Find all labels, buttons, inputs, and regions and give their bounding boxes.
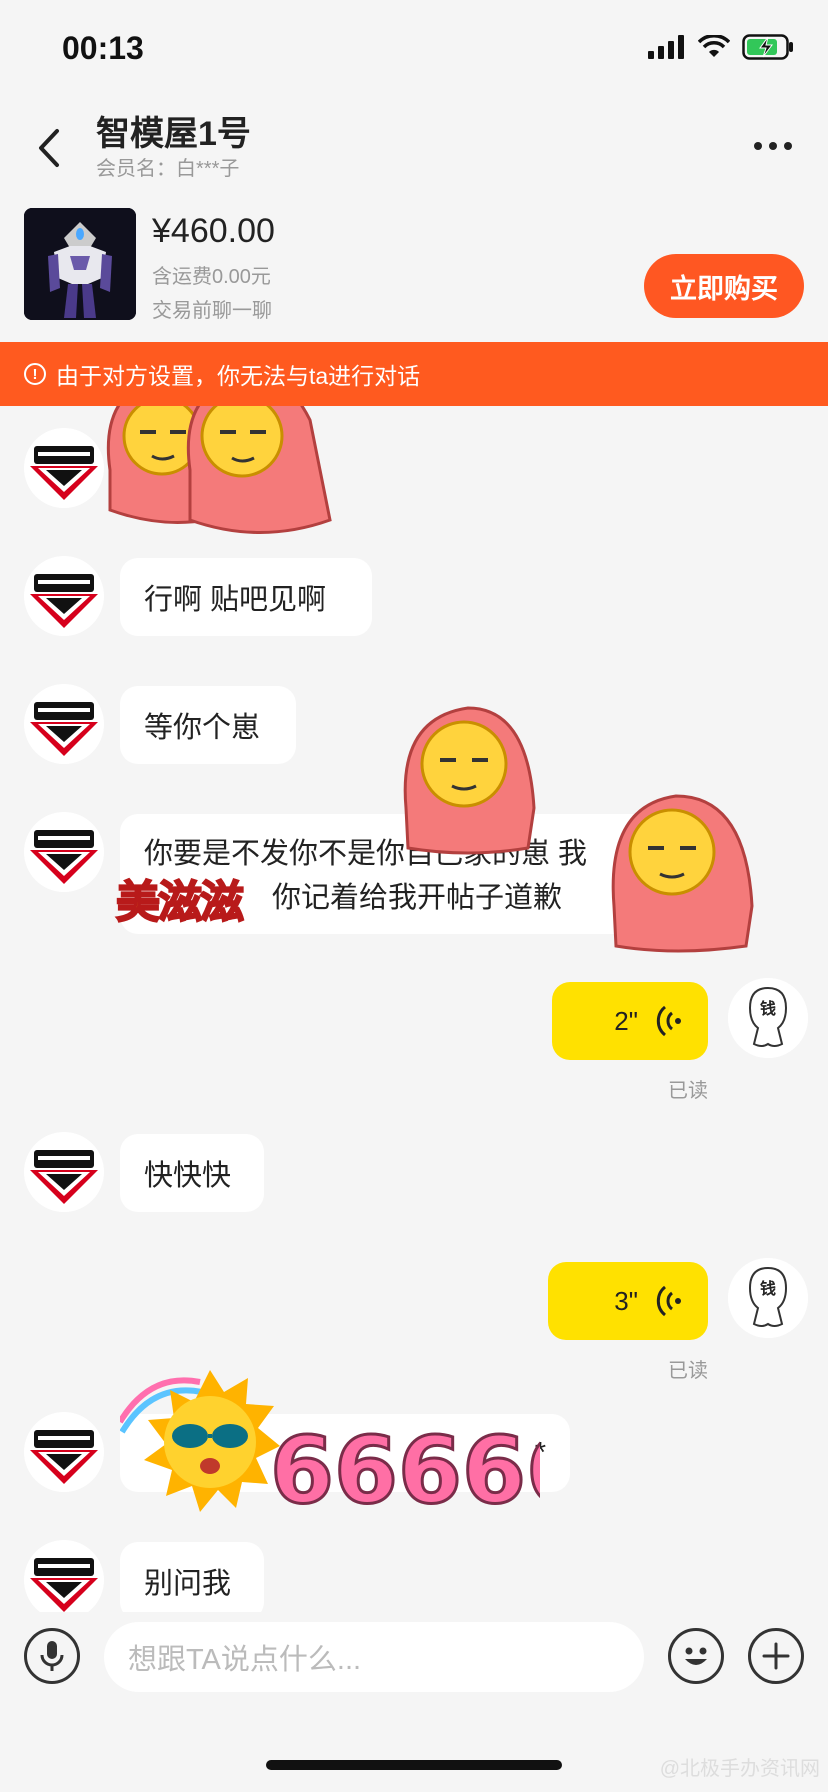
figure-image [24, 208, 136, 320]
chat-header: 智模屋1号 会员名：白***子 [0, 96, 828, 196]
message-bubble[interactable]: 等你个崽 [120, 686, 296, 764]
status-bar: 00:13 [0, 0, 828, 96]
voice-duration: 2" [614, 1005, 638, 1036]
back-button[interactable] [24, 118, 72, 178]
product-price: ¥460.00 [152, 212, 275, 250]
seller-avatar[interactable] [24, 428, 104, 508]
seller-avatar[interactable] [24, 556, 104, 636]
read-status: 已读 [668, 1080, 708, 1102]
ichiban-kuji-logo [24, 684, 104, 764]
message-input[interactable]: 想跟TA说点什么... [104, 1622, 644, 1692]
plus-icon [762, 1642, 790, 1670]
ichiban-kuji-logo [24, 1412, 104, 1492]
voice-wave-icon [656, 1005, 681, 1037]
message-bubble[interactable]: 行啊 贴吧见啊 [120, 558, 372, 636]
more-button[interactable] [748, 126, 798, 166]
message-bubble[interactable]: 别问我 [120, 1542, 264, 1612]
voice-duration: 3" [614, 1285, 638, 1316]
avatar-text: 钱 [760, 999, 776, 1018]
more-dot-icon [784, 142, 792, 150]
smiley-icon [685, 1647, 707, 1665]
wifi-icon [698, 35, 730, 57]
more-actions-button[interactable] [748, 1628, 804, 1684]
avatar-text: 钱 [760, 1279, 776, 1298]
ichiban-kuji-logo [24, 1132, 104, 1212]
voice-input-button[interactable] [24, 1628, 80, 1684]
member-name: 会员名：白***子 [96, 158, 240, 180]
battery-charging-icon [742, 34, 793, 60]
seller-avatar[interactable] [24, 1540, 104, 1612]
watermark: @北极手办资讯网 [659, 1758, 820, 1780]
buy-now-button[interactable]: 立即购买 [644, 254, 804, 318]
message-bubble[interactable]: 你要是不发你不是你自己家的崽 我 你记着给我开帖子道歉 [120, 814, 650, 934]
restriction-notice: ! 由于对方设置，你无法与ta进行对话 [0, 342, 828, 406]
chat-message-list[interactable]: 行啊 贴吧见啊 等你个崽 你要是不发你不是你自己家的崽 我 你记着给我开帖子道歉… [0, 406, 828, 1612]
home-indicator[interactable] [266, 1760, 562, 1770]
message-text-line: 你要是不发你不是你自己家的崽 我 [144, 838, 588, 870]
shipping-info: 含运费0.00元 [152, 266, 271, 288]
signal-icon [648, 35, 684, 59]
message-text-line: 你记着给我开帖子道歉 [272, 882, 563, 914]
chat-hint: 交易前聊一聊 [152, 300, 272, 322]
page-title: 智模屋1号 [96, 115, 251, 153]
voice-wave-icon [656, 1285, 681, 1317]
seller-avatar[interactable] [24, 684, 104, 764]
info-icon: ! [24, 363, 46, 385]
chevron-left-icon [39, 129, 59, 167]
seller-avatar[interactable] [24, 1412, 104, 1492]
cartoon-avatar-image: 钱 [728, 1258, 808, 1338]
blanket-emoji-sticker [106, 406, 332, 534]
more-dot-icon [754, 142, 762, 150]
read-status: 已读 [668, 1360, 708, 1382]
seller-avatar[interactable] [24, 1132, 104, 1212]
voice-message[interactable]: 2" [552, 982, 708, 1060]
self-avatar[interactable]: 钱 [728, 978, 808, 1058]
notice-text: 由于对方设置，你无法与ta进行对话 [56, 363, 421, 389]
status-time: 00:13 [62, 30, 144, 66]
cartoon-avatar-image: 钱 [728, 978, 808, 1058]
microphone-icon [40, 1641, 64, 1671]
ichiban-kuji-logo [24, 812, 104, 892]
status-icons [648, 34, 794, 60]
more-dot-icon [769, 142, 777, 150]
message-bubble[interactable]: * [120, 1414, 570, 1492]
ichiban-kuji-logo [24, 556, 104, 636]
seller-avatar[interactable] [24, 812, 104, 892]
ichiban-kuji-logo [24, 1540, 104, 1612]
ichiban-kuji-logo [24, 428, 104, 508]
self-avatar[interactable]: 钱 [728, 1258, 808, 1338]
voice-message[interactable]: 3" [548, 1262, 708, 1340]
product-card[interactable]: ¥460.00 含运费0.00元 交易前聊一聊 立即购买 [0, 196, 828, 342]
input-bar: 想跟TA说点什么... [0, 1612, 828, 1712]
emoji-button[interactable] [668, 1628, 724, 1684]
message-bubble[interactable]: 快快快 [120, 1134, 264, 1212]
product-thumbnail[interactable] [24, 208, 136, 320]
